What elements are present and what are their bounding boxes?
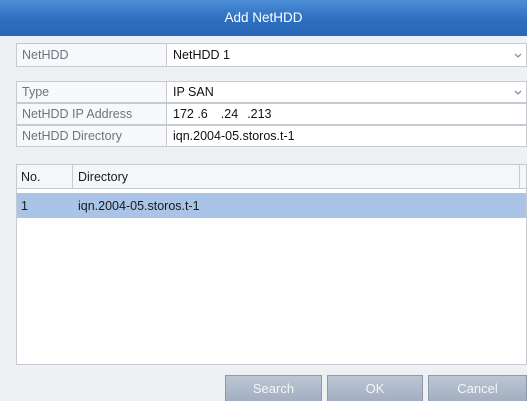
column-header-spacer <box>520 165 526 188</box>
directory-table: No. Directory 1 iqn.2004-05.storos.t-1 <box>16 164 527 365</box>
ip-row: NetHDD IP Address 172 .6 .24 .213 <box>16 103 527 125</box>
nethdd-value: NetHDD 1 <box>173 48 230 62</box>
column-header-directory: Directory <box>73 165 520 188</box>
dialog-title: Add NetHDD <box>0 0 527 36</box>
cancel-button[interactable]: Cancel <box>428 375 527 401</box>
button-bar: Search OK Cancel <box>0 370 527 401</box>
type-label: Type <box>16 81 167 103</box>
chevron-down-icon <box>514 90 522 95</box>
column-header-no: No. <box>17 165 73 188</box>
nethdd-label: NetHDD <box>16 43 167 67</box>
ip-address-input[interactable]: 172 .6 .24 .213 <box>167 103 527 125</box>
row-directory: iqn.2004-05.storos.t-1 <box>78 198 200 213</box>
table-row[interactable]: 1 iqn.2004-05.storos.t-1 <box>17 193 526 218</box>
table-header: No. Directory <box>17 165 526 189</box>
ok-button[interactable]: OK <box>327 375 423 401</box>
type-select[interactable]: IP SAN <box>167 81 527 103</box>
directory-label: NetHDD Directory <box>16 125 167 147</box>
type-row: Type IP SAN <box>16 81 527 103</box>
directory-row: NetHDD Directory iqn.2004-05.storos.t-1 <box>16 125 527 147</box>
nethdd-row: NetHDD NetHDD 1 <box>16 43 527 67</box>
directory-value: iqn.2004-05.storos.t-1 <box>173 129 295 143</box>
dialog-content: NetHDD NetHDD 1 Type IP SAN NetHDD IP Ad… <box>0 36 527 401</box>
nethdd-select[interactable]: NetHDD 1 <box>167 43 527 67</box>
ip-octet-2[interactable]: .24 <box>221 107 238 121</box>
row-number: 1 <box>21 198 28 213</box>
ip-label: NetHDD IP Address <box>16 103 167 125</box>
ip-octet-1[interactable]: 172 .6 <box>173 107 208 121</box>
directory-field: iqn.2004-05.storos.t-1 <box>167 125 527 147</box>
ip-octet-3[interactable]: .213 <box>247 107 271 121</box>
search-button[interactable]: Search <box>225 375 322 401</box>
chevron-down-icon <box>514 53 522 58</box>
type-value: IP SAN <box>173 85 214 99</box>
